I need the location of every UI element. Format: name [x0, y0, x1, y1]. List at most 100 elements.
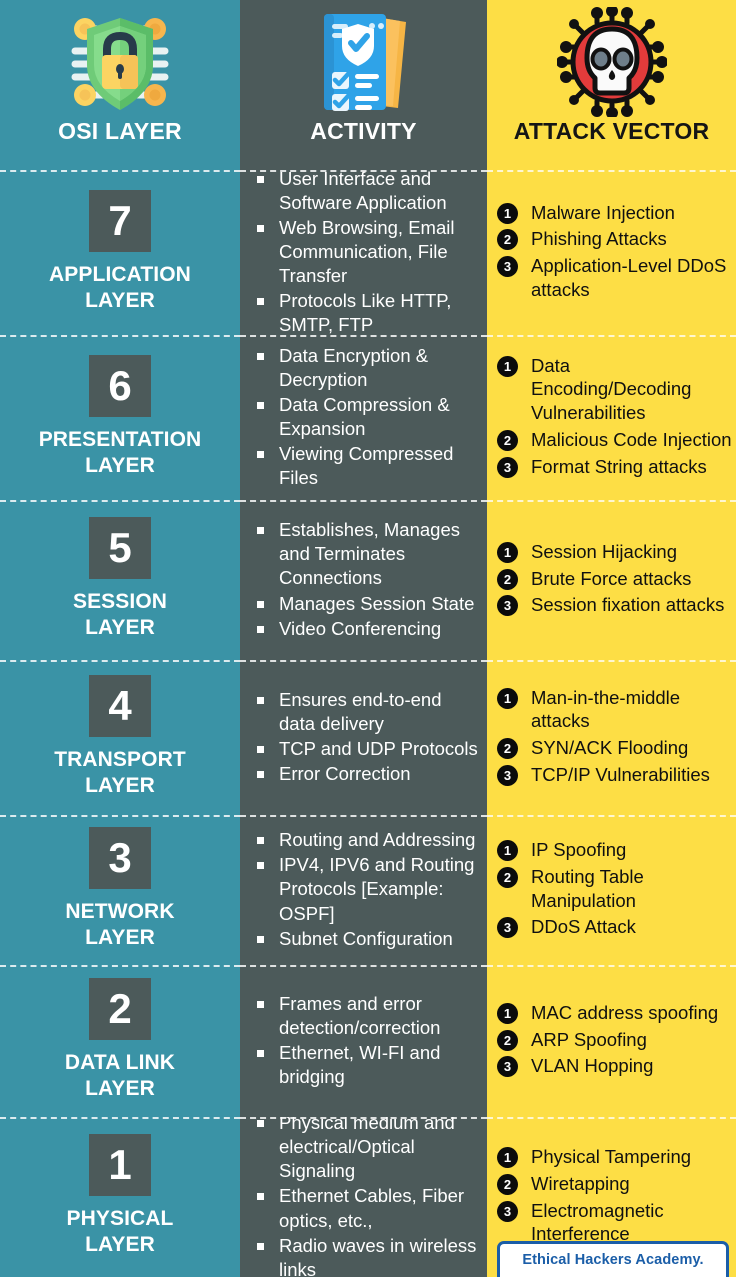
layer-name-label: SESSION LAYER [72, 590, 168, 639]
layer-number-badge: 7 [89, 189, 151, 252]
attack-number-bullet: 3 [497, 595, 518, 617]
attack-vector-cell: 1 IP Spoofing 2 Routing Table Manipulation 3… [487, 815, 736, 965]
layer-number-badge: 3 [89, 827, 151, 890]
attack-label: Malware Injection [531, 201, 675, 223]
attack-vector-cell: 1 Data Encoding/Decoding Vulnerabilities 2… [487, 335, 736, 500]
activity-list-item: Data Encryption & Decryption [254, 344, 481, 392]
activity-list: User Interface and Software Application W… [254, 170, 481, 335]
attack-number-bullet: 1 [497, 541, 518, 563]
osi-layer-cell: 1 PHYSICAL LAYER [0, 1117, 240, 1277]
attack-vector-body: 1 Man-in-the-middle attacks 2 SYN/ACK Flood… [487, 660, 736, 815]
footer-badge-wrap: Ethical Hackers Academy. [497, 1241, 729, 1277]
attack-label: VLAN Hopping [531, 1055, 654, 1077]
attack-vector-list-item: 1 MAC address spoofing [497, 1001, 732, 1025]
activity-list-item: Ethernet Cables, Fiber optics, etc., [254, 1184, 481, 1232]
attack-number-bullet: 2 [497, 1029, 518, 1051]
attack-number-bullet: 3 [497, 256, 518, 277]
header-attack-vector: ATTACK VECTOR [487, 0, 736, 170]
ethical-hackers-academy-badge[interactable]: Ethical Hackers Academy. [497, 1241, 729, 1277]
attack-vector-body: 1 Data Encoding/Decoding Vulnerabilities 2… [487, 335, 736, 500]
attack-number-bullet: 2 [497, 866, 518, 888]
activity-body: User Interface and Software Application W… [240, 170, 487, 335]
activity-list-item: Ensures end-to-end data delivery [254, 688, 481, 736]
header-activity: ACTIVITY [240, 0, 487, 170]
attack-vector-list-item: 3 Session fixation attacks [497, 593, 732, 617]
attack-label: Session fixation attacks [531, 594, 725, 616]
layer-number-badge: 6 [89, 354, 151, 417]
header-title-attack-vector: ATTACK VECTOR [513, 118, 710, 144]
checklist-document-icon [304, 6, 424, 118]
activity-list: Routing and Addressing IPV4, IPV6 and Rou… [254, 828, 481, 951]
header-title-activity: ACTIVITY [310, 118, 417, 144]
attack-number-bullet: 3 [497, 1056, 518, 1078]
activity-cell: Establishes, Manages and Terminates Conn… [240, 500, 487, 660]
layer-number-badge: 1 [89, 1134, 151, 1197]
attack-vector-list-item: 2 Malicious Code Injection [497, 428, 732, 452]
attack-vector-body: 1 IP Spoofing 2 Routing Table Manipulation 3… [487, 815, 736, 965]
osi-attack-vector-infographic: OSI LAYER ACTIVITY ATTACK VECTOR 7 APPLI… [0, 0, 736, 1277]
activity-list-item: Web Browsing, Email Communication, File … [254, 216, 481, 288]
activity-cell: Data Encryption & Decryption Data Compres… [240, 335, 487, 500]
attack-vector-list: 1 IP Spoofing 2 Routing Table Manipulation 3… [497, 838, 732, 942]
attack-label: Format String attacks [531, 455, 707, 477]
attack-vector-body: 1 Session Hijacking 2 Brute Force attacks 3 S… [487, 500, 736, 660]
activity-body: Frames and error detection/correction Eth… [240, 965, 487, 1117]
attack-vector-cell: 1 Malware Injection 2 Phishing Attacks 3 Appl… [487, 170, 736, 335]
osi-layer-body: 4 TRANSPORT LAYER [0, 660, 240, 815]
attack-label: ARP Spoofing [531, 1028, 647, 1050]
attack-number-bullet: 1 [497, 355, 518, 377]
activity-body: Establishes, Manages and Terminates Conn… [240, 500, 487, 660]
shield-lock-icon [60, 6, 180, 118]
osi-layer-body: 5 SESSION LAYER [0, 500, 240, 660]
attack-number-bullet: 1 [497, 840, 518, 862]
attack-label: Routing Table Manipulation [531, 865, 644, 911]
attack-label: Phishing Attacks [531, 228, 667, 250]
activity-cell: Frames and error detection/correction Eth… [240, 965, 487, 1117]
osi-layer-body: 7 APPLICATION LAYER [0, 170, 240, 335]
attack-vector-list-item: 1 IP Spoofing [497, 838, 732, 862]
attack-label: Wiretapping [531, 1172, 630, 1194]
activity-cell: User Interface and Software Application W… [240, 170, 487, 335]
layer-number-badge: 4 [89, 674, 151, 737]
attack-vector-list-item: 2 Brute Force attacks [497, 567, 732, 591]
attack-vector-list-item: 3 Format String attacks [497, 455, 732, 479]
activity-body: Physical medium and electrical/Optical S… [240, 1117, 487, 1277]
activity-body: Data Encryption & Decryption Data Compres… [240, 335, 487, 500]
attack-label: MAC address spoofing [531, 1001, 719, 1023]
attack-number-bullet: 3 [497, 917, 518, 939]
activity-list: Ensures end-to-end data delivery TCP and … [254, 688, 481, 787]
activity-list: Data Encryption & Decryption Data Compres… [254, 344, 481, 491]
activity-list: Frames and error detection/correction Eth… [254, 992, 481, 1090]
attack-label: IP Spoofing [531, 839, 627, 861]
activity-cell: Ensures end-to-end data delivery TCP and … [240, 660, 487, 815]
attack-label: TCP/IP Vulnerabilities [531, 763, 710, 785]
attack-vector-list-item: 3 TCP/IP Vulnerabilities [497, 763, 732, 787]
attack-label: Session Hijacking [531, 540, 678, 562]
attack-number-bullet: 2 [497, 429, 518, 451]
activity-list-item: IPV4, IPV6 and Routing Protocols [Exampl… [254, 853, 481, 925]
osi-layer-cell: 2 DATA LINK LAYER [0, 965, 240, 1117]
attack-label: Application-Level DDoS attacks [531, 255, 727, 300]
activity-list-item: Physical medium and electrical/Optical S… [254, 1117, 481, 1183]
activity-cell: Physical medium and electrical/Optical S… [240, 1117, 487, 1277]
layer-name-label: APPLICATION LAYER [49, 262, 191, 312]
attack-label: DDoS Attack [531, 916, 636, 938]
attack-vector-body: 1 Malware Injection 2 Phishing Attacks 3 Appl… [487, 170, 736, 335]
attack-vector-list-item: 1 Data Encoding/Decoding Vulnerabilities [497, 354, 732, 425]
attack-vector-list-item: 2 SYN/ACK Flooding [497, 736, 732, 760]
activity-body: Routing and Addressing IPV4, IPV6 and Rou… [240, 815, 487, 965]
header-title-osi-layer: OSI LAYER [58, 118, 182, 144]
osi-layer-cell: 3 NETWORK LAYER [0, 815, 240, 965]
attack-number-bullet: 2 [497, 568, 518, 590]
activity-list-item: Video Conferencing [254, 617, 481, 641]
attack-vector-list-item: 1 Man-in-the-middle attacks [497, 686, 732, 733]
attack-vector-list-item: 1 Malware Injection [497, 201, 732, 225]
attack-vector-list-item: 1 Physical Tampering [497, 1145, 732, 1169]
attack-number-bullet: 2 [497, 229, 518, 251]
activity-list-item: Establishes, Manages and Terminates Conn… [254, 518, 481, 590]
attack-vector-list: 1 Session Hijacking 2 Brute Force attacks 3 S… [497, 540, 732, 620]
attack-label: Electromagnetic Interference [531, 1199, 664, 1245]
layer-name-label: PHYSICAL LAYER [66, 1207, 174, 1256]
layer-name-label: TRANSPORT LAYER [54, 747, 186, 797]
attack-vector-cell: 1 Man-in-the-middle attacks 2 SYN/ACK Flood… [487, 660, 736, 815]
